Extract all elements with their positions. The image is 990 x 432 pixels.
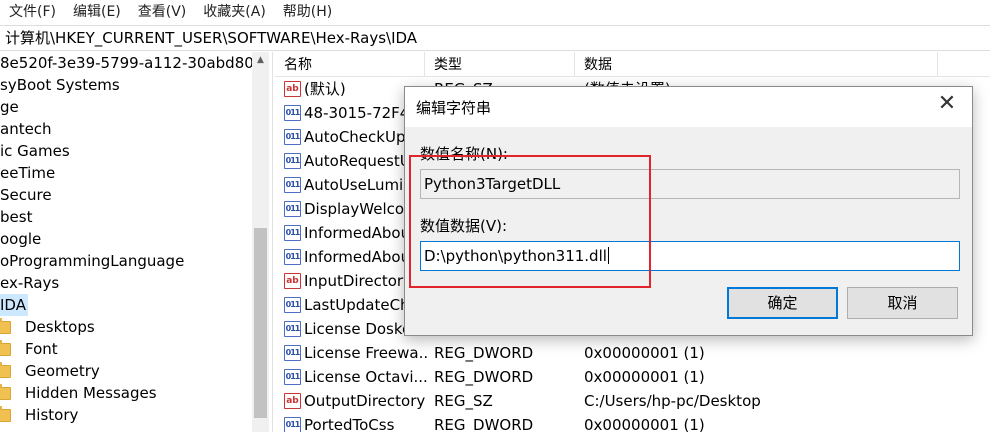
- tree-item-label: Font: [25, 340, 58, 358]
- tree-item-label: Desktops: [25, 318, 95, 336]
- tree-item-label: ex-Rays: [0, 274, 60, 292]
- list-row[interactable]: ab OutputDirectory REG_SZ C:/Users/hp-pc/De…: [275, 390, 990, 412]
- address-bar[interactable]: 计算机\HKEY_CURRENT_USER\SOFTWARE\Hex-Rays\…: [0, 25, 990, 51]
- dialog-title: 编辑字符串: [416, 99, 492, 117]
- binary-value-icon: 011: [284, 153, 301, 169]
- tree-item-label: Hidden Messages: [25, 384, 157, 402]
- tree-item-label: 8e520f-3e39-5799-a112-30abd80: [0, 54, 254, 72]
- tree-item-label: ic Games: [0, 142, 70, 160]
- column-header-name[interactable]: 名称: [275, 52, 425, 77]
- tree-item-label: syBoot Systems: [0, 76, 120, 94]
- tree-item[interactable]: ex-Rays: [0, 272, 272, 294]
- tree-item-label: IDA: [0, 294, 28, 316]
- binary-value-icon: 011: [284, 369, 301, 385]
- tree-item[interactable]: Font: [0, 338, 272, 360]
- menu-item[interactable]: 查看(V): [129, 0, 195, 25]
- string-value-icon: ab: [284, 81, 301, 97]
- tree-item[interactable]: oProgrammingLanguage: [0, 250, 272, 272]
- list-row[interactable]: 011 PortedToCss REG_DWORD 0x00000001 (1): [275, 414, 990, 432]
- cell-data: 0x00000001 (1): [584, 416, 705, 432]
- tree-item[interactable]: antech: [0, 118, 272, 140]
- tree-item[interactable]: Hidden Messages: [0, 382, 272, 404]
- tree-item[interactable]: ge: [0, 96, 272, 118]
- menu-item[interactable]: 收藏夹(A): [194, 0, 274, 25]
- tree-item-label: ge: [0, 98, 19, 116]
- folder-icon: [0, 362, 11, 378]
- menu-item[interactable]: 文件(F): [0, 0, 64, 25]
- tree-item[interactable]: Desktops: [0, 316, 272, 338]
- tree-item-label: eeTime: [0, 164, 56, 182]
- menu-item[interactable]: 编辑(E): [64, 0, 129, 25]
- folder-icon: [0, 340, 11, 356]
- value-data-input[interactable]: D:\python\python311.dll: [420, 241, 960, 271]
- cell-name: OutputDirectory: [304, 392, 426, 410]
- string-value-icon: ab: [284, 273, 301, 289]
- binary-value-icon: 011: [284, 201, 301, 217]
- cell-type: REG_SZ: [434, 392, 493, 410]
- cell-data: 0x00000001 (1): [584, 368, 705, 386]
- tree-item[interactable]: 8e520f-3e39-5799-a112-30abd80: [0, 52, 272, 74]
- folder-icon: [0, 318, 11, 334]
- tree-item[interactable]: best: [0, 206, 272, 228]
- value-name-label: 数值名称(N):: [420, 145, 508, 163]
- string-value-icon: ab: [284, 393, 301, 409]
- binary-value-icon: 011: [284, 417, 301, 432]
- cell-name: License Freewa...: [304, 344, 428, 362]
- binary-value-icon: 011: [284, 249, 301, 265]
- value-data-text: D:\python\python311.dll: [424, 247, 607, 265]
- tree-item-label: best: [0, 208, 33, 226]
- tree-item[interactable]: IDA: [0, 294, 272, 316]
- cancel-button[interactable]: 取消: [847, 287, 958, 319]
- binary-value-icon: 011: [284, 345, 301, 361]
- cell-name: PortedToCss: [304, 416, 395, 432]
- binary-value-icon: 011: [284, 225, 301, 241]
- menu-item[interactable]: 帮助(H): [274, 0, 340, 25]
- column-header-data[interactable]: 数据: [575, 52, 938, 77]
- binary-value-icon: 011: [284, 105, 301, 121]
- cell-type: REG_DWORD: [434, 368, 534, 386]
- list-row[interactable]: 011 License Freewa... REG_DWORD 0x00000001 …: [275, 342, 990, 364]
- cell-name: License Octavi...: [304, 368, 428, 386]
- cell-type: REG_DWORD: [434, 344, 534, 362]
- list-row[interactable]: 011 License Octavi... REG_DWORD 0x00000001 …: [275, 366, 990, 388]
- tree-item[interactable]: ic Games: [0, 140, 272, 162]
- binary-value-icon: 011: [284, 129, 301, 145]
- edit-string-dialog: 编辑字符串 ✕ 数值名称(N): Python3TargetDLL 数值数据(V…: [404, 86, 973, 336]
- cell-data: C:/Users/hp-pc/Desktop: [584, 392, 761, 410]
- ok-button[interactable]: 确定: [727, 287, 838, 319]
- tree-item[interactable]: Geometry: [0, 360, 272, 382]
- binary-value-icon: 011: [284, 177, 301, 193]
- tree-item[interactable]: syBoot Systems: [0, 74, 272, 96]
- scroll-thumb[interactable]: [254, 228, 267, 418]
- tree-item[interactable]: oogle: [0, 228, 272, 250]
- list-header: 名称 类型 数据: [275, 52, 990, 77]
- tree-scrollbar[interactable]: ▲: [252, 52, 269, 432]
- binary-value-icon: 011: [284, 297, 301, 313]
- menubar: 文件(F) 编辑(E) 查看(V) 收藏夹(A) 帮助(H): [0, 0, 990, 25]
- folder-icon: [0, 384, 11, 400]
- tree-item-label: Geometry: [25, 362, 100, 380]
- tree-item-label: Secure: [0, 186, 52, 204]
- registry-tree: 8e520f-3e39-5799-a112-30abd80 syBoot Syst…: [0, 52, 273, 432]
- column-header-type[interactable]: 类型: [425, 52, 575, 77]
- tree-item[interactable]: History: [0, 404, 272, 426]
- value-data-label: 数值数据(V):: [420, 217, 508, 235]
- tree-item-label: antech: [0, 120, 52, 138]
- tree-item[interactable]: Secure: [0, 184, 272, 206]
- tree-item-label: oProgrammingLanguage: [0, 252, 185, 270]
- close-icon[interactable]: ✕: [934, 91, 960, 117]
- binary-value-icon: 011: [284, 321, 301, 337]
- scroll-up-icon[interactable]: ▲: [252, 52, 269, 69]
- dialog-body: 数值名称(N): Python3TargetDLL 数值数据(V): D:\py…: [405, 127, 972, 335]
- folder-icon: [0, 406, 11, 422]
- cell-type: REG_DWORD: [434, 416, 534, 432]
- cell-data: 0x00000001 (1): [584, 344, 705, 362]
- tree-item-label: History: [25, 406, 79, 424]
- text-caret: [607, 247, 609, 264]
- tree-item-label: oogle: [0, 230, 42, 248]
- value-name-field[interactable]: Python3TargetDLL: [420, 169, 960, 199]
- tree-item[interactable]: eeTime: [0, 162, 272, 184]
